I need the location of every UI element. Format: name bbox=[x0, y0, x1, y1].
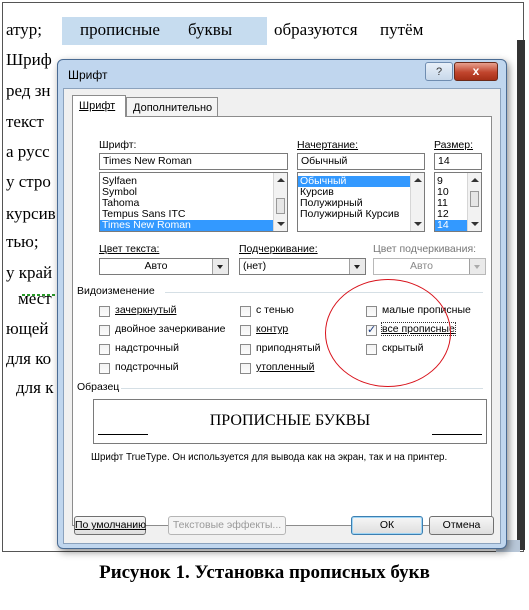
set-default-label: По умолчанию bbox=[75, 519, 147, 531]
preview-text: ПРОПИСНЫЕ БУКВЫ bbox=[209, 412, 371, 429]
group-divider bbox=[121, 388, 483, 389]
scroll-down-icon[interactable] bbox=[471, 222, 479, 226]
doc-line: у стро bbox=[6, 172, 51, 191]
doc-line: мест bbox=[18, 289, 52, 308]
doc-line: у край bbox=[6, 263, 53, 282]
strikethrough-checkbox[interactable] bbox=[99, 306, 110, 317]
size-list-item-selected[interactable]: 14 bbox=[435, 220, 467, 231]
size-label: Размер: bbox=[434, 139, 474, 151]
doc-line: ющей bbox=[6, 319, 49, 338]
font-label: Шрифт: bbox=[99, 139, 137, 151]
font-list-item-selected[interactable]: Times New Roman bbox=[100, 220, 287, 231]
group-divider bbox=[165, 292, 483, 293]
doc-word: путём bbox=[380, 20, 424, 39]
superscript-label: надстрочный bbox=[115, 342, 179, 354]
doc-word: атур; bbox=[6, 20, 43, 39]
scroll-up-icon[interactable] bbox=[414, 178, 422, 182]
dialog-title: Шрифт bbox=[68, 68, 108, 82]
double-strikethrough-label: двойное зачеркивание bbox=[115, 323, 226, 335]
doc-word-selected: буквы bbox=[188, 20, 233, 39]
outline-label: контур bbox=[256, 323, 289, 335]
shadow-checkbox[interactable] bbox=[240, 306, 251, 317]
underline-dropdown[interactable]: (нет) bbox=[239, 258, 366, 275]
text-color-label: Цвет текста: bbox=[99, 243, 160, 255]
style-list[interactable]: Обычный Курсив Полужирный Полужирный Кур… bbox=[297, 172, 425, 232]
text-effects-button[interactable]: Текстовые эффекты... bbox=[168, 516, 286, 535]
underline-value: (нет) bbox=[243, 260, 267, 272]
tab-font[interactable]: Шрифт bbox=[72, 95, 126, 117]
tab-advanced-label: Дополнительно bbox=[133, 102, 213, 114]
scroll-up-icon[interactable] bbox=[277, 178, 285, 182]
font-list[interactable]: Sylfaen Symbol Tahoma Tempus Sans ITC Ti… bbox=[99, 172, 288, 232]
scroll-up-icon[interactable] bbox=[471, 178, 479, 182]
font-list-scrollbar[interactable] bbox=[273, 173, 287, 231]
size-list[interactable]: 9 10 11 12 14 bbox=[434, 172, 482, 232]
scroll-down-icon[interactable] bbox=[414, 222, 422, 226]
style-list-item[interactable]: Полужирный Курсив bbox=[298, 209, 424, 220]
cancel-button[interactable]: Отмена bbox=[429, 516, 494, 535]
preview-label: Образец bbox=[77, 381, 120, 393]
subscript-checkbox[interactable] bbox=[99, 363, 110, 374]
close-button[interactable]: x bbox=[454, 62, 498, 81]
engrave-checkbox[interactable] bbox=[240, 363, 251, 374]
shadow-label: с тенью bbox=[256, 304, 294, 316]
spellcheck-underline bbox=[22, 294, 58, 296]
style-label: Начертание: bbox=[297, 139, 359, 151]
chevron-down-icon[interactable] bbox=[212, 259, 228, 274]
scroll-thumb[interactable] bbox=[276, 198, 285, 214]
underline-color-value: Авто bbox=[410, 260, 433, 272]
text-color-value: Авто bbox=[144, 260, 168, 272]
effects-label: Видоизменение bbox=[77, 285, 155, 297]
preview-box: ПРОПИСНЫЕ БУКВЫ bbox=[93, 399, 487, 444]
doc-line: текст bbox=[6, 112, 44, 131]
subscript-label: подстрочный bbox=[115, 361, 179, 373]
text-color-dropdown[interactable]: Авто bbox=[99, 258, 229, 275]
superscript-checkbox[interactable] bbox=[99, 344, 110, 355]
ok-button[interactable]: ОК bbox=[351, 516, 423, 535]
size-input[interactable]: 14 bbox=[434, 153, 482, 170]
doc-line: Шриф bbox=[6, 50, 52, 69]
figure-caption: Рисунок 1. Установка прописных букв bbox=[99, 562, 430, 583]
doc-line: курсив bbox=[6, 204, 56, 223]
doc-line: для ко bbox=[6, 349, 52, 368]
preview-note: Шрифт TrueType. Он используется для выво… bbox=[91, 452, 448, 463]
underline-label: Подчеркивание: bbox=[239, 243, 318, 255]
doc-line: а русс bbox=[6, 142, 50, 161]
doc-line: тью; bbox=[6, 232, 39, 251]
outline-checkbox[interactable] bbox=[240, 325, 251, 336]
doc-line: для к bbox=[16, 378, 54, 397]
annotation-ellipse bbox=[325, 279, 451, 387]
preview-baseline bbox=[432, 434, 482, 435]
double-strikethrough-checkbox[interactable] bbox=[99, 325, 110, 336]
underline-color-dropdown[interactable]: Авто bbox=[373, 258, 486, 275]
chevron-down-icon[interactable] bbox=[469, 259, 485, 274]
strikethrough-label: зачеркнутый bbox=[115, 304, 177, 316]
doc-line: ред зн bbox=[6, 81, 51, 100]
emboss-label: приподнятый bbox=[256, 342, 321, 354]
emboss-checkbox[interactable] bbox=[240, 344, 251, 355]
scroll-thumb[interactable] bbox=[470, 191, 479, 207]
style-input[interactable]: Обычный bbox=[297, 153, 425, 170]
font-dialog: Шрифт ? x Шрифт Дополнительно Шрифт: Tim… bbox=[57, 59, 507, 549]
underline-color-label: Цвет подчеркивания: bbox=[373, 243, 477, 255]
engrave-label: утопленный bbox=[256, 361, 315, 373]
doc-word-selected: прописные bbox=[80, 20, 160, 39]
size-list-scrollbar[interactable] bbox=[467, 173, 481, 231]
font-input[interactable]: Times New Roman bbox=[99, 153, 288, 170]
scroll-down-icon[interactable] bbox=[277, 222, 285, 226]
chevron-down-icon[interactable] bbox=[349, 259, 365, 274]
tab-font-label: Шрифт bbox=[79, 100, 116, 112]
document-right-edge bbox=[517, 40, 525, 550]
style-list-scrollbar[interactable] bbox=[410, 173, 424, 231]
doc-word: образуются bbox=[274, 20, 358, 39]
preview-baseline bbox=[98, 434, 148, 435]
help-button[interactable]: ? bbox=[425, 62, 453, 81]
tab-advanced[interactable]: Дополнительно bbox=[126, 97, 218, 117]
set-default-button[interactable]: По умолчанию bbox=[74, 516, 146, 535]
